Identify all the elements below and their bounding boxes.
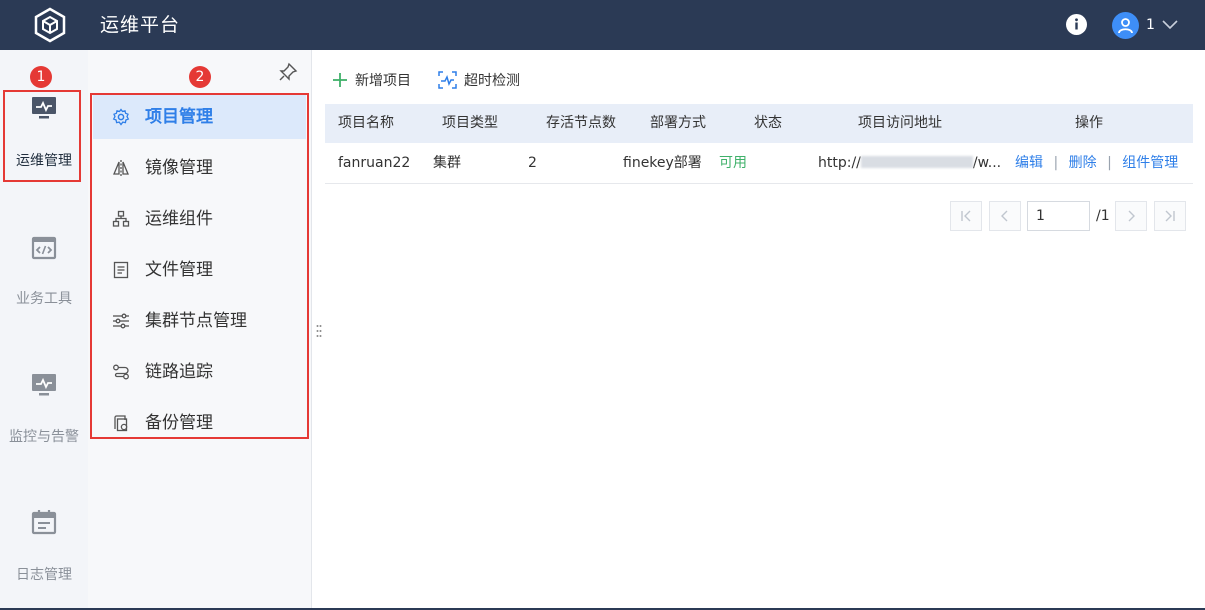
- cell-project-type: 集群: [433, 155, 461, 171]
- cell-deploy: finekey部署: [623, 155, 702, 171]
- info-icon[interactable]: [1066, 14, 1087, 35]
- highlight-box-2: [90, 93, 309, 439]
- first-page-icon: [961, 210, 971, 222]
- add-project-button[interactable]: 新增项目: [332, 70, 411, 90]
- col-header-deploy: 部署方式: [650, 115, 706, 131]
- col-header-status: 状态: [754, 115, 782, 131]
- col-header-type: 项目类型: [442, 115, 498, 131]
- top-bar: 运维平台 1: [0, 0, 1205, 50]
- rail-item-tools[interactable]: 业务工具: [0, 220, 88, 320]
- cell-url: http:// /w...: [818, 143, 1001, 184]
- cell-alive-nodes: 2: [528, 155, 537, 171]
- user-name: 1: [1146, 17, 1155, 33]
- table-header: 项目名称 项目类型 存活节点数 部署方式 状态 项目访问地址 操作: [325, 104, 1193, 143]
- col-header-alive-nodes: 存活节点数: [546, 115, 616, 131]
- action-separator: |: [1053, 155, 1059, 171]
- last-page-icon: [1165, 210, 1175, 222]
- rail-label-monitor: 监控与告警: [9, 429, 79, 445]
- app-title: 运维平台: [100, 14, 181, 36]
- chevron-left-icon: [1001, 210, 1008, 222]
- cell-actions: 编辑 | 删除 | 组件管理: [1015, 143, 1178, 184]
- timeout-check-label: 超时检测: [464, 73, 520, 89]
- next-page-button[interactable]: [1115, 201, 1147, 231]
- highlight-box-1: [3, 90, 81, 182]
- rail-label-tools: 业务工具: [16, 291, 72, 307]
- last-page-button[interactable]: [1154, 201, 1186, 231]
- col-header-name: 项目名称: [338, 115, 394, 131]
- calendar-doc-icon: [31, 510, 57, 535]
- annotation-badge-1: 1: [30, 66, 52, 88]
- prev-page-button[interactable]: [989, 201, 1021, 231]
- monitor-chart-icon: [32, 374, 56, 396]
- annotation-badge-2: 2: [189, 66, 211, 88]
- page-number-input[interactable]: 1: [1027, 201, 1090, 231]
- code-window-icon: [31, 236, 57, 260]
- edit-link[interactable]: 编辑: [1015, 155, 1043, 171]
- user-avatar-icon: [1112, 11, 1139, 39]
- page-total: /1: [1096, 208, 1110, 224]
- first-page-button[interactable]: [950, 201, 982, 231]
- cell-status: 可用: [719, 155, 747, 171]
- url-prefix: http://: [818, 155, 861, 171]
- url-suffix: /w...: [972, 155, 1002, 171]
- rail-item-monitor[interactable]: 监控与告警: [0, 358, 88, 458]
- col-header-url: 项目访问地址: [858, 115, 942, 131]
- delete-link[interactable]: 删除: [1069, 155, 1097, 171]
- chevron-down-icon: [1162, 20, 1178, 30]
- url-redacted: [860, 156, 973, 168]
- cell-project-name: fanruan22: [338, 155, 411, 171]
- pin-icon[interactable]: [278, 62, 298, 82]
- resize-handle-icon[interactable]: [316, 324, 322, 338]
- plus-icon: [333, 73, 347, 87]
- timeout-check-button[interactable]: 超时检测: [438, 70, 520, 90]
- chevron-right-icon: [1128, 210, 1135, 222]
- table-row: fanruan22 集群 2 finekey部署 可用 http:// /w...…: [325, 143, 1193, 184]
- col-header-actions: 操作: [1075, 115, 1103, 131]
- component-manage-link[interactable]: 组件管理: [1122, 155, 1178, 171]
- cube-logo-icon: [34, 7, 66, 43]
- scan-pulse-icon: [438, 71, 457, 89]
- action-separator: |: [1107, 155, 1112, 171]
- user-menu[interactable]: 1: [1112, 11, 1178, 39]
- add-project-label: 新增项目: [355, 73, 411, 89]
- rail-item-logs[interactable]: 日志管理: [0, 496, 88, 596]
- rail-label-logs: 日志管理: [16, 567, 72, 583]
